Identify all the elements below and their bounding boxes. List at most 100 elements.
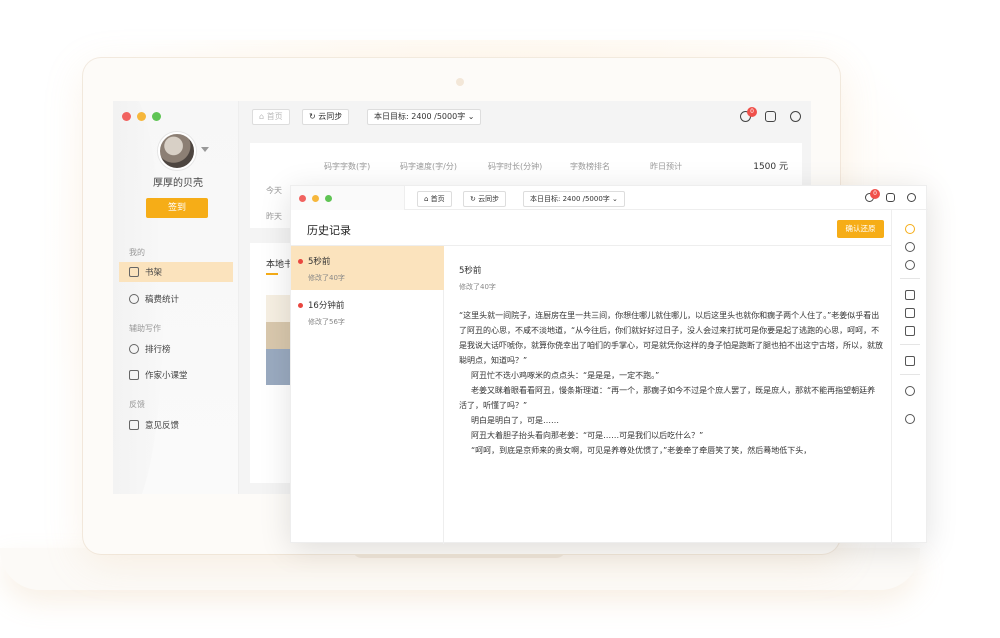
sidebar-item-feedback[interactable]: 意见反馈 (119, 415, 233, 435)
home-button[interactable]: ⌂ 首页 (417, 191, 452, 207)
edit-icon (129, 420, 139, 430)
goal-label: 本日目标: 2400 /5000字 (374, 112, 466, 121)
stat-header: 字数榜排名 (570, 162, 610, 171)
stat-header: 码字时长(分钟) (488, 162, 543, 171)
sidebar-item-label: 意见反馈 (145, 421, 180, 431)
sidebar-item-classroom[interactable]: 作家小课堂 (119, 365, 233, 385)
stat-header: 码字速度(字/分) (400, 162, 457, 171)
book-cover[interactable] (266, 295, 292, 385)
sync-label: 云同步 (478, 195, 500, 203)
history-time: 16分钟前 (308, 301, 345, 311)
sidebar: 厚厚的贝壳 签到 我的 书架 稿费统计 辅助写作 排行榜 作家小课堂 反馈 意见… (113, 101, 239, 494)
username: 厚厚的贝壳 (153, 178, 203, 189)
income-value: 1500 元 (753, 162, 788, 172)
settings-icon[interactable] (907, 193, 916, 202)
content-paragraph: 老姜又眯着眼看看阿丑，慢条斯理道：“再一个，那瘸子如今不过是个庶人罢了，既是庶人… (459, 386, 876, 410)
window-controls (122, 112, 161, 121)
maximize-button[interactable] (325, 195, 332, 202)
settings-icon[interactable] (790, 111, 801, 122)
unsaved-dot-icon (298, 303, 303, 308)
history-time: 5秒前 (308, 257, 331, 267)
daily-goal-select[interactable]: 本日目标: 2400 /5000字 ⌄ (523, 191, 625, 207)
list-item[interactable]: 16分钟前 修改了56字 (291, 290, 444, 334)
cloud-sync-button[interactable]: ↻ 云同步 (302, 109, 350, 125)
copy-icon[interactable] (905, 326, 915, 336)
content-paragraph: 阿丑大着胆子抬头看向那老姜：“可是……可是我们以后吃什么？” (471, 431, 704, 440)
sidebar-item-label: 作家小课堂 (145, 371, 188, 381)
list-item[interactable]: 5秒前 修改了40字 (291, 246, 444, 290)
minimize-button[interactable] (137, 112, 146, 121)
history-header: 历史记录 确认还原 (291, 210, 891, 246)
stat-header: 昨日预计 (650, 162, 682, 171)
maximize-button[interactable] (152, 112, 161, 121)
bell-icon[interactable]: 0 (740, 107, 757, 122)
home-label: 首页 (430, 195, 445, 203)
signin-button[interactable]: 签到 (146, 198, 208, 218)
camera-icon (456, 78, 464, 86)
content-paragraph: 明白是明白了，可是…… (471, 416, 559, 425)
home-button[interactable]: ⌂ 首页 (252, 109, 290, 125)
notification-badge: 0 (870, 189, 880, 199)
toolbar-icons: 0 (740, 107, 801, 122)
content-paragraph: 阿丑忙不迭小鸡啄米的点点头：“是是是，一定不跑。” (471, 371, 660, 380)
page-title: 历史记录 (307, 224, 351, 237)
toolbar: ⌂ 首页 ↻ 云同步 本日目标: 2400 /5000字 ⌄ 0 (240, 101, 811, 131)
avatar[interactable] (158, 132, 196, 170)
sync-label: 云同步 (318, 112, 343, 121)
tab-local-books[interactable]: 本地书 (266, 257, 293, 270)
sidebar-item-label: 书架 (145, 268, 163, 278)
history-content: 5秒前 修改了40字 “这里头就一间院子，连厨房在里一共三间，你想住哪儿就住哪儿… (459, 264, 883, 458)
sidebar-item-royalty[interactable]: 稿费统计 (119, 289, 233, 309)
goal-label: 本日目标: 2400 /5000字 (530, 195, 610, 203)
close-button[interactable] (299, 195, 306, 202)
chart-icon (129, 294, 139, 304)
section-label-feedback: 反馈 (129, 400, 145, 409)
confirm-restore-button[interactable]: 确认还原 (837, 220, 884, 238)
tshirt-icon[interactable] (886, 193, 895, 202)
font-icon[interactable] (905, 260, 915, 270)
home-label: 首页 (266, 112, 283, 121)
history-window: ⌂ 首页 ↻ 云同步 本日目标: 2400 /5000字 ⌄ 0 历史记录 确认… (290, 185, 928, 544)
content-change: 修改了40字 (459, 283, 496, 291)
notification-badge: 0 (747, 107, 757, 117)
swap-icon[interactable] (905, 242, 915, 252)
content-paragraph: “这里头就一间院子，连厨房在里一共三间，你想住哪儿就住哪儿，以后这里头也就你和瘸… (459, 311, 883, 365)
divider (900, 344, 920, 345)
row-label-today: 今天 (266, 186, 282, 195)
stat-header: 码字字数(字) (324, 162, 371, 171)
bell-icon[interactable]: 0 (865, 189, 880, 202)
sidebar-item-label: 稿费统计 (145, 295, 180, 305)
history-change: 修改了40字 (308, 274, 345, 282)
sidebar-item-bookshelf[interactable]: 书架 (119, 262, 233, 282)
tab-underline (266, 273, 278, 275)
section-label-writing: 辅助写作 (129, 324, 161, 333)
toolbar-icons: 0 (865, 189, 916, 202)
chevron-down-icon[interactable] (201, 147, 209, 152)
classroom-icon (129, 370, 139, 380)
content-paragraph: “呵呵，到底是京师来的贵女啊，可见是养尊处优惯了，”老姜牵了牵唇笑了笑，然后蓦地… (471, 446, 812, 455)
daily-goal-select[interactable]: 本日目标: 2400 /5000字 ⌄ (367, 109, 482, 125)
content-time: 5秒前 (459, 266, 482, 276)
tshirt-icon[interactable] (765, 111, 776, 122)
sidebar-item-ranking[interactable]: 排行榜 (119, 339, 233, 359)
section-label-mine: 我的 (129, 248, 145, 257)
window-controls (299, 195, 332, 202)
note-icon[interactable] (905, 308, 915, 318)
info-icon[interactable] (905, 386, 915, 396)
history-change: 修改了56字 (308, 318, 345, 326)
calendar-icon[interactable] (905, 356, 915, 366)
toolbar: ⌂ 首页 ↻ 云同步 本日目标: 2400 /5000字 ⌄ 0 (405, 186, 928, 210)
list-icon[interactable] (905, 290, 915, 300)
right-toolbar (891, 210, 928, 544)
titlebar-left (291, 186, 405, 210)
quote-icon[interactable] (905, 414, 915, 424)
divider (900, 278, 920, 279)
trophy-icon (129, 344, 139, 354)
minimize-button[interactable] (312, 195, 319, 202)
close-button[interactable] (122, 112, 131, 121)
divider (900, 374, 920, 375)
history-list: 5秒前 修改了40字 16分钟前 修改了56字 (291, 246, 444, 544)
cloud-sync-button[interactable]: ↻ 云同步 (463, 191, 507, 207)
clock-icon[interactable] (905, 224, 915, 234)
unsaved-dot-icon (298, 259, 303, 264)
